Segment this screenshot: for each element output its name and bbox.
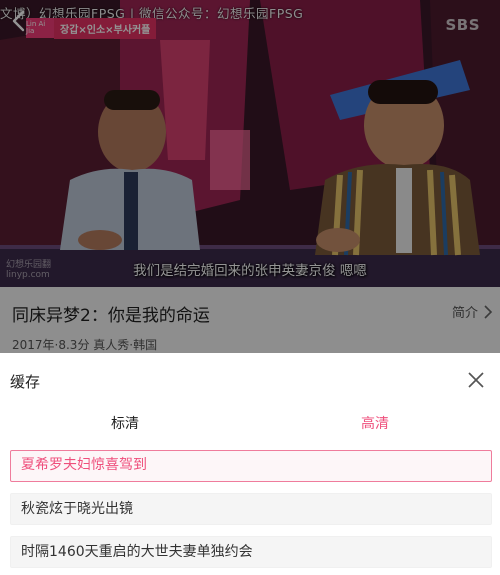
sheet-header: 缓存 xyxy=(0,353,500,409)
channel-logo: SBS xyxy=(445,16,480,34)
intro-button[interactable]: 简介 xyxy=(452,302,494,321)
show-info-bar: 同床异梦2：你是我的命运 2017年·8.3分 真人秀·韩国 简介 xyxy=(0,287,500,353)
show-title: 同床异梦2：你是我的命运 xyxy=(12,306,210,326)
tab-standard[interactable]: 标清 xyxy=(0,413,250,433)
video-subtitle: 我们是结完婚回来的张申英妻京俊 嗯嗯 xyxy=(133,263,367,279)
tab-high[interactable]: 高清 xyxy=(250,413,500,433)
episode-item[interactable]: 时隔1460天重启的大世夫妻单独约会 xyxy=(10,536,492,568)
quality-tabs: 标清 高清 xyxy=(0,409,500,439)
show-logo: Lin Ai Jia 장갑×인소×부사커플 xyxy=(26,17,157,39)
show-meta: 2017年·8.3分 真人秀·韩国 xyxy=(12,338,158,352)
video-player[interactable]: 文博）幻想乐园FPSG | 微信公众号：幻想乐园FPSG Lin Ai Jia … xyxy=(0,0,500,287)
chevron-right-icon xyxy=(484,304,493,319)
close-button[interactable] xyxy=(466,370,486,390)
show-logo-mini: Lin Ai Jia xyxy=(26,18,54,38)
sheet-title: 缓存 xyxy=(10,373,41,391)
cache-sheet: 缓存 标清 高清 夏希罗夫妇惊喜驾到 秋瓷炫于晓光出镜 时隔1460天重启的大世… xyxy=(0,353,500,575)
video-frame xyxy=(0,0,500,287)
show-logo-title: 장갑×인소×부사커플 xyxy=(54,17,157,39)
episode-item[interactable]: 夏希罗夫妇惊喜驾到 xyxy=(10,450,492,482)
app-screen: 文博）幻想乐园FPSG | 微信公众号：幻想乐园FPSG Lin Ai Jia … xyxy=(0,0,500,575)
intro-label: 简介 xyxy=(451,306,478,321)
episode-item[interactable]: 秋瓷炫于晓光出镜 xyxy=(10,493,492,525)
close-icon xyxy=(468,372,484,388)
episode-list: 夏希罗夫妇惊喜驾到 秋瓷炫于晓光出镜 时隔1460天重启的大世夫妻单独约会 xyxy=(10,450,492,575)
